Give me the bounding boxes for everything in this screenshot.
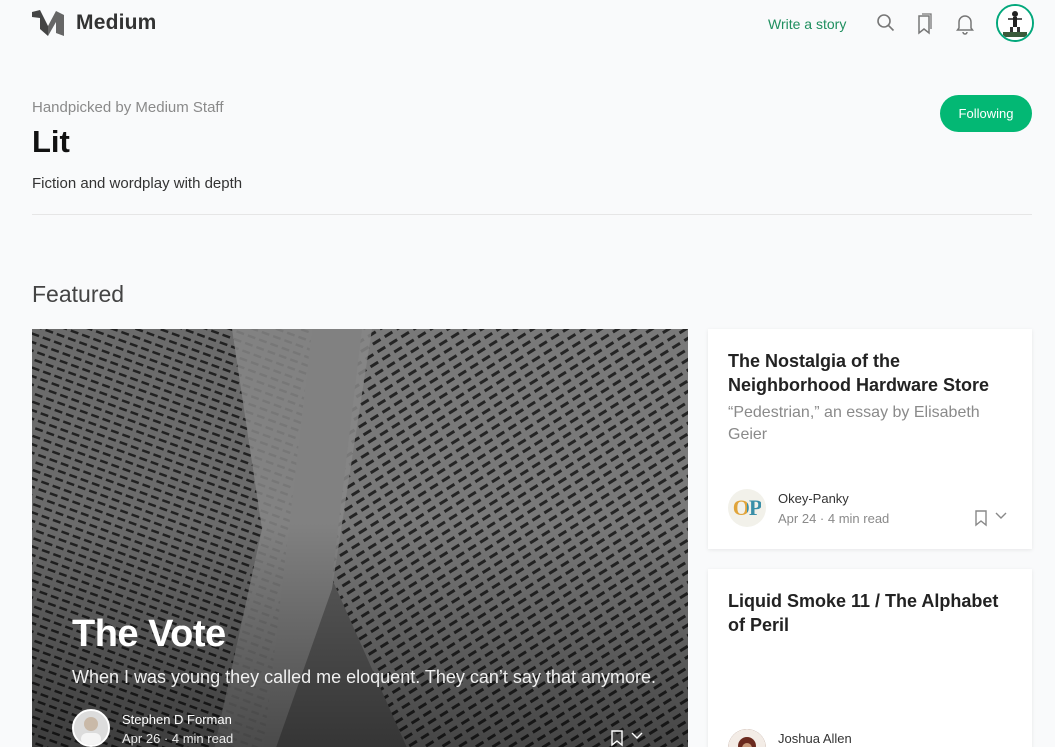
topic-kicker: Handpicked by Medium Staff (32, 99, 224, 116)
topic-title: Lit (32, 124, 70, 159)
author-name[interactable]: Stephen D Forman (122, 712, 232, 727)
medium-logo[interactable]: Medium (32, 9, 157, 37)
medium-logo-icon (32, 10, 64, 36)
publication-avatar[interactable]: OP (728, 489, 766, 527)
section-title: Featured (32, 281, 125, 307)
author-avatar-image (74, 711, 108, 745)
author-avatar[interactable] (728, 729, 766, 747)
story-title[interactable]: The Nostalgia of the Neighborhood Hardwa… (728, 349, 1008, 397)
post-meta: Apr 26 · 4 min read (122, 731, 234, 746)
logo-text: Medium (76, 11, 157, 34)
featured-story-card[interactable]: The Vote When I was young they called me… (32, 329, 688, 747)
story-card[interactable]: The Nostalgia of the Neighborhood Hardwa… (708, 329, 1032, 549)
bookmark-icon[interactable] (610, 729, 624, 747)
following-button[interactable]: Following (940, 95, 1032, 132)
divider (32, 214, 1032, 215)
write-story-link[interactable]: Write a story (768, 16, 846, 32)
post-meta: Apr 24 · 4 min read (778, 511, 890, 526)
chevron-down-icon[interactable] (630, 729, 644, 747)
user-avatar-image (998, 6, 1032, 40)
bookmark-icon[interactable] (974, 509, 988, 532)
author-name[interactable]: Joshua Allen (778, 731, 852, 746)
top-nav: Medium Write a story (0, 0, 1055, 48)
publication-avatar-text: OP (732, 495, 763, 520)
user-avatar[interactable] (996, 4, 1034, 42)
bookmarks-icon[interactable] (915, 13, 937, 35)
author-avatar-image (728, 729, 766, 747)
story-card[interactable]: Liquid Smoke 11 / The Alphabet of Peril … (708, 569, 1032, 747)
featured-title[interactable]: The Vote (72, 613, 226, 656)
chevron-down-icon[interactable] (994, 509, 1008, 528)
search-icon[interactable] (876, 13, 898, 35)
author-avatar[interactable] (72, 709, 110, 747)
author-name[interactable]: Okey-Panky (778, 491, 849, 506)
story-subtitle[interactable]: “Pedestrian,” an essay by Elisabeth Geie… (728, 402, 1008, 446)
bell-icon[interactable] (955, 13, 977, 35)
featured-subtitle[interactable]: When I was young they called me eloquent… (72, 667, 656, 688)
story-title[interactable]: Liquid Smoke 11 / The Alphabet of Peril (728, 589, 1008, 637)
topic-description: Fiction and wordplay with depth (32, 175, 243, 192)
